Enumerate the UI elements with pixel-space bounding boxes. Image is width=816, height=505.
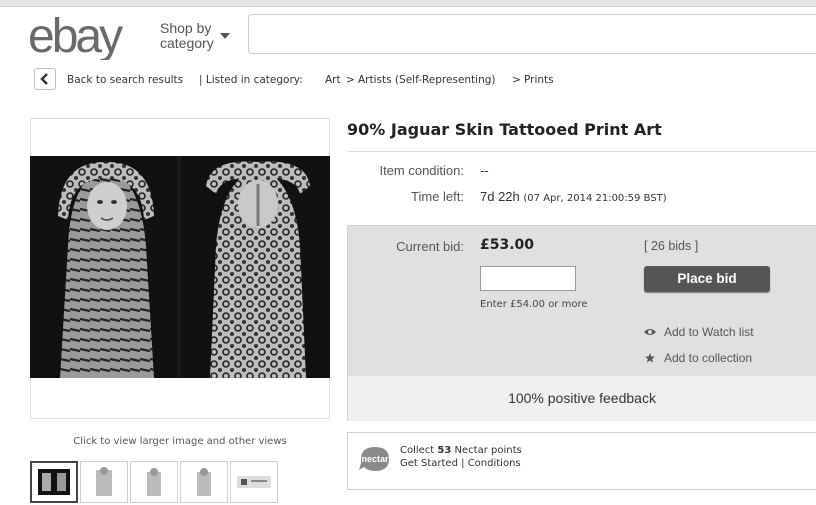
search-input[interactable] xyxy=(248,14,816,54)
nectar-points-label: Nectar points xyxy=(454,445,522,456)
star-icon xyxy=(645,353,655,363)
thumbnail-2[interactable] xyxy=(80,461,128,503)
nectar-points-text: Collect 53 Nectar points xyxy=(400,445,522,456)
ebay-logo[interactable]: ebay xyxy=(28,10,148,60)
chevron-down-icon xyxy=(220,33,230,39)
thumbnail-5[interactable] xyxy=(230,461,278,503)
current-bid-value: £53.00 xyxy=(480,237,535,253)
back-to-results-link[interactable]: Back to search results xyxy=(67,74,183,86)
item-title: 90% Jaguar Skin Tattooed Print Art xyxy=(347,120,662,139)
title-divider xyxy=(347,151,816,152)
minimum-bid-hint: Enter £54.00 or more xyxy=(480,299,588,310)
watch-list-label: Add to Watch list xyxy=(664,325,754,339)
logo-text: ebay xyxy=(28,10,123,60)
top-bar xyxy=(0,0,816,7)
current-bid-label: Current bid: xyxy=(396,239,464,254)
chevron-left-icon xyxy=(40,73,48,85)
breadcrumb-sep: > xyxy=(512,74,521,86)
main-product-image[interactable] xyxy=(30,156,330,378)
larger-image-hint[interactable]: Click to view larger image and other vie… xyxy=(30,436,330,447)
add-to-collection-link[interactable]: Add to collection xyxy=(644,351,752,365)
get-started-link[interactable]: Get Started xyxy=(400,458,458,469)
item-condition-value: -- xyxy=(480,163,489,178)
add-to-watch-list-link[interactable]: Add to Watch list xyxy=(644,325,754,339)
thumbnail-4[interactable] xyxy=(180,461,228,503)
bid-amount-input[interactable] xyxy=(480,266,576,291)
thumbnail-1[interactable] xyxy=(30,461,78,503)
place-bid-button[interactable]: Place bid xyxy=(644,266,770,292)
breadcrumb-art[interactable]: Art xyxy=(325,74,341,86)
nectar-logo: nectar xyxy=(358,445,392,473)
time-left-duration: 7d 22h xyxy=(480,189,520,204)
bid-count-link[interactable]: [ 26 bids ] xyxy=(644,239,698,253)
nectar-points-count: 53 xyxy=(437,445,452,456)
seller-feedback: 100% positive feedback xyxy=(348,376,816,421)
breadcrumb-prints[interactable]: Prints xyxy=(524,74,554,86)
back-button[interactable] xyxy=(34,68,56,90)
shop-by-category-button[interactable]: Shop by category xyxy=(160,20,230,51)
breadcrumb-artists[interactable]: Artists (Self-Representing) xyxy=(358,74,496,86)
collect-label: Collect xyxy=(400,445,435,456)
listed-in-label: | Listed in category: xyxy=(199,74,303,86)
item-condition-label: Item condition: xyxy=(379,163,464,178)
collection-label: Add to collection xyxy=(664,351,753,365)
nectar-logo-text: nectar xyxy=(361,454,389,464)
nectar-links: Get Started | Conditions xyxy=(400,458,521,469)
conditions-link[interactable]: Conditions xyxy=(468,458,521,469)
nectar-link-divider: | xyxy=(461,458,465,469)
time-left-date: (07 Apr, 2014 21:00:59 BST) xyxy=(523,193,667,204)
eye-icon xyxy=(644,329,656,335)
breadcrumb-sep: > xyxy=(346,74,355,86)
time-left-label: Time left: xyxy=(411,189,464,204)
category-label: category xyxy=(160,35,214,51)
time-left-value: 7d 22h (07 Apr, 2014 21:00:59 BST) xyxy=(480,189,667,204)
thumbnail-3[interactable] xyxy=(130,461,178,503)
shop-by-label: Shop by xyxy=(160,20,212,36)
